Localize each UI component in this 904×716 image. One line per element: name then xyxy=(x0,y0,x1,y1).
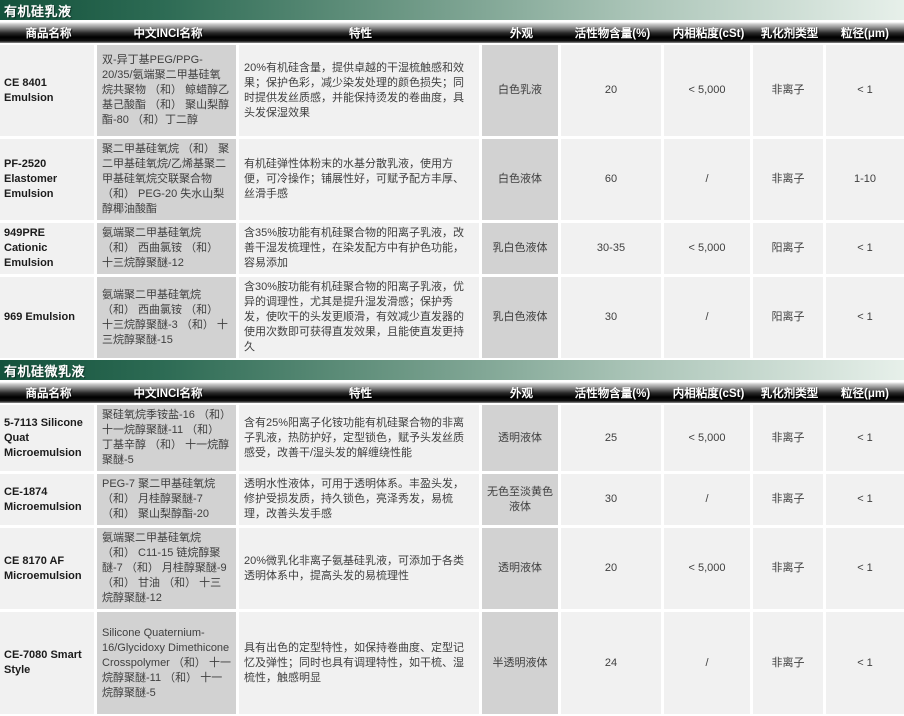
cell-viscosity: < 5,000 xyxy=(664,223,750,274)
cell-viscosity: < 5,000 xyxy=(664,528,750,609)
cell-particle: 1-10 xyxy=(826,139,904,220)
cell-viscosity: / xyxy=(664,139,750,220)
cell-particle: < 1 xyxy=(826,223,904,274)
cell-inci: 双-异丁基PEG/PPG-20/35/氨端聚二甲基硅氧烷共聚物 （和） 鲸蜡醇乙… xyxy=(97,45,236,136)
cell-features: 含30%胺功能有机硅聚合物的阳离子乳液，优异的调理性，尤其是提升湿发滑感；保护秀… xyxy=(239,277,479,358)
cell-active: 25 xyxy=(561,405,661,471)
cell-particle: < 1 xyxy=(826,528,904,609)
cell-inci: 氨端聚二甲基硅氧烷 （和） C11-15 链烷醇聚醚-7 （和） 月桂醇聚醚-9… xyxy=(97,528,236,609)
cell-product: CE-7080 Smart Style xyxy=(0,612,94,714)
table-section-2: 5-7113 Silicone Quat Microemulsion 聚硅氧烷季… xyxy=(0,405,904,714)
column-header-emulsifier: 乳化剂类型 xyxy=(753,25,826,41)
section-band: 有机硅乳液 xyxy=(0,0,904,20)
cell-product: PF-2520 Elastomer Emulsion xyxy=(0,139,94,220)
cell-appearance: 乳白色液体 xyxy=(482,277,558,358)
cell-features: 20%有机硅含量，提供卓越的干湿梳触感和效果；保护色彩，减少染发处理的颜色损失；… xyxy=(239,45,479,136)
cell-inci: 氨端聚二甲基硅氧烷 （和） 西曲氯铵 （和） 十三烷醇聚醚-12 xyxy=(97,223,236,274)
cell-particle: < 1 xyxy=(826,612,904,714)
section-title: 有机硅乳液 xyxy=(4,1,72,20)
cell-features: 有机硅弹性体粉末的水基分散乳液，使用方便，可冷操作；铺展性好，可赋予配方丰厚、丝… xyxy=(239,139,479,220)
cell-inci: Silicone Quaternium-16/Glycidoxy Dimethi… xyxy=(97,612,236,714)
cell-emulsifier: 非离子 xyxy=(753,474,823,525)
cell-active: 20 xyxy=(561,528,661,609)
cell-appearance: 无色至淡黄色液体 xyxy=(482,474,558,525)
cell-product: 949PRE Cationic Emulsion xyxy=(0,223,94,274)
cell-product: CE 8401 Emulsion xyxy=(0,45,94,136)
cell-inci: 氨端聚二甲基硅氧烷 （和） 西曲氯铵 （和） 十三烷醇聚醚-3 （和） 十三烷醇… xyxy=(97,277,236,358)
cell-appearance: 白色液体 xyxy=(482,139,558,220)
column-header-features: 特性 xyxy=(239,385,482,401)
cell-appearance: 白色乳液 xyxy=(482,45,558,136)
cell-viscosity: < 5,000 xyxy=(664,405,750,471)
cell-product: CE-1874 Microemulsion xyxy=(0,474,94,525)
cell-emulsifier: 非离子 xyxy=(753,528,823,609)
cell-product: CE 8170 AF Microemulsion xyxy=(0,528,94,609)
cell-emulsifier: 非离子 xyxy=(753,612,823,714)
cell-product: 969 Emulsion xyxy=(0,277,94,358)
cell-particle: < 1 xyxy=(826,277,904,358)
column-header-viscosity: 内相粘度(cSt) xyxy=(664,25,753,41)
column-header-product: 商品名称 xyxy=(0,385,97,401)
column-header-appearance: 外观 xyxy=(482,385,561,401)
column-header-appearance: 外观 xyxy=(482,25,561,41)
cell-inci: 聚二甲基硅氧烷 （和） 聚二甲基硅氧烷/乙烯基聚二甲基硅氧烷交联聚合物 （和） … xyxy=(97,139,236,220)
column-header-active: 活性物含量(%) xyxy=(561,385,664,401)
cell-features: 含35%胺功能有机硅聚合物的阳离子乳液，改善干湿发梳理性，在染发配方中有护色功能… xyxy=(239,223,479,274)
cell-active: 24 xyxy=(561,612,661,714)
cell-appearance: 乳白色液体 xyxy=(482,223,558,274)
cell-appearance: 半透明液体 xyxy=(482,612,558,714)
cell-features: 透明水性液体，可用于透明体系。丰盈头发，修护受损发质，持久锁色，亮泽秀发，易梳理… xyxy=(239,474,479,525)
column-header-active: 活性物含量(%) xyxy=(561,25,664,41)
column-header-inci: 中文INCI名称 xyxy=(97,385,239,401)
table-section-1: CE 8401 Emulsion 双-异丁基PEG/PPG-20/35/氨端聚二… xyxy=(0,45,904,358)
column-header-features: 特性 xyxy=(239,25,482,41)
cell-emulsifier: 阳离子 xyxy=(753,223,823,274)
section-title: 有机硅微乳液 xyxy=(4,361,85,380)
column-header-particle: 粒径(μm) xyxy=(826,25,904,41)
section-silicone-microemulsion: 有机硅微乳液 商品名称 中文INCI名称 特性 外观 活性物含量(%) 内相粘度… xyxy=(0,360,904,714)
cell-particle: < 1 xyxy=(826,474,904,525)
cell-emulsifier: 非离子 xyxy=(753,45,823,136)
cell-viscosity: / xyxy=(664,277,750,358)
cell-particle: < 1 xyxy=(826,405,904,471)
cell-viscosity: / xyxy=(664,474,750,525)
cell-emulsifier: 阳离子 xyxy=(753,277,823,358)
cell-product: 5-7113 Silicone Quat Microemulsion xyxy=(0,405,94,471)
column-header-product: 商品名称 xyxy=(0,25,97,41)
cell-active: 20 xyxy=(561,45,661,136)
cell-appearance: 透明液体 xyxy=(482,528,558,609)
cell-active: 30-35 xyxy=(561,223,661,274)
cell-features: 20%微乳化非离子氨基硅乳液，可添加于各类透明体系中，提高头发的易梳理性 xyxy=(239,528,479,609)
cell-active: 60 xyxy=(561,139,661,220)
cell-particle: < 1 xyxy=(826,45,904,136)
cell-active: 30 xyxy=(561,474,661,525)
cell-emulsifier: 非离子 xyxy=(753,139,823,220)
column-header-particle: 粒径(μm) xyxy=(826,385,904,401)
cell-inci: 聚硅氧烷季铵盐-16 （和） 十一烷醇聚醚-11 （和） 丁基辛醇 （和） 十一… xyxy=(97,405,236,471)
cell-features: 具有出色的定型特性，如保持卷曲度、定型记忆及弹性；同时也具有调理特性，如干梳、湿… xyxy=(239,612,479,714)
cell-viscosity: / xyxy=(664,612,750,714)
column-header-row: 商品名称 中文INCI名称 特性 外观 活性物含量(%) 内相粘度(cSt) 乳… xyxy=(0,22,904,43)
section-band: 有机硅微乳液 xyxy=(0,360,904,380)
column-header-row: 商品名称 中文INCI名称 特性 外观 活性物含量(%) 内相粘度(cSt) 乳… xyxy=(0,382,904,403)
column-header-emulsifier: 乳化剂类型 xyxy=(753,385,826,401)
column-header-viscosity: 内相粘度(cSt) xyxy=(664,385,753,401)
section-silicone-emulsion: 有机硅乳液 商品名称 中文INCI名称 特性 外观 活性物含量(%) 内相粘度(… xyxy=(0,0,904,358)
column-header-inci: 中文INCI名称 xyxy=(97,25,239,41)
cell-inci: PEG-7 聚二甲基硅氧烷 （和） 月桂醇聚醚-7 （和） 聚山梨醇酯-20 xyxy=(97,474,236,525)
cell-features: 含有25%阳离子化铵功能有机硅聚合物的非离子乳液，热防护好，定型锁色，赋予头发丝… xyxy=(239,405,479,471)
cell-emulsifier: 非离子 xyxy=(753,405,823,471)
cell-appearance: 透明液体 xyxy=(482,405,558,471)
cell-active: 30 xyxy=(561,277,661,358)
cell-viscosity: < 5,000 xyxy=(664,45,750,136)
